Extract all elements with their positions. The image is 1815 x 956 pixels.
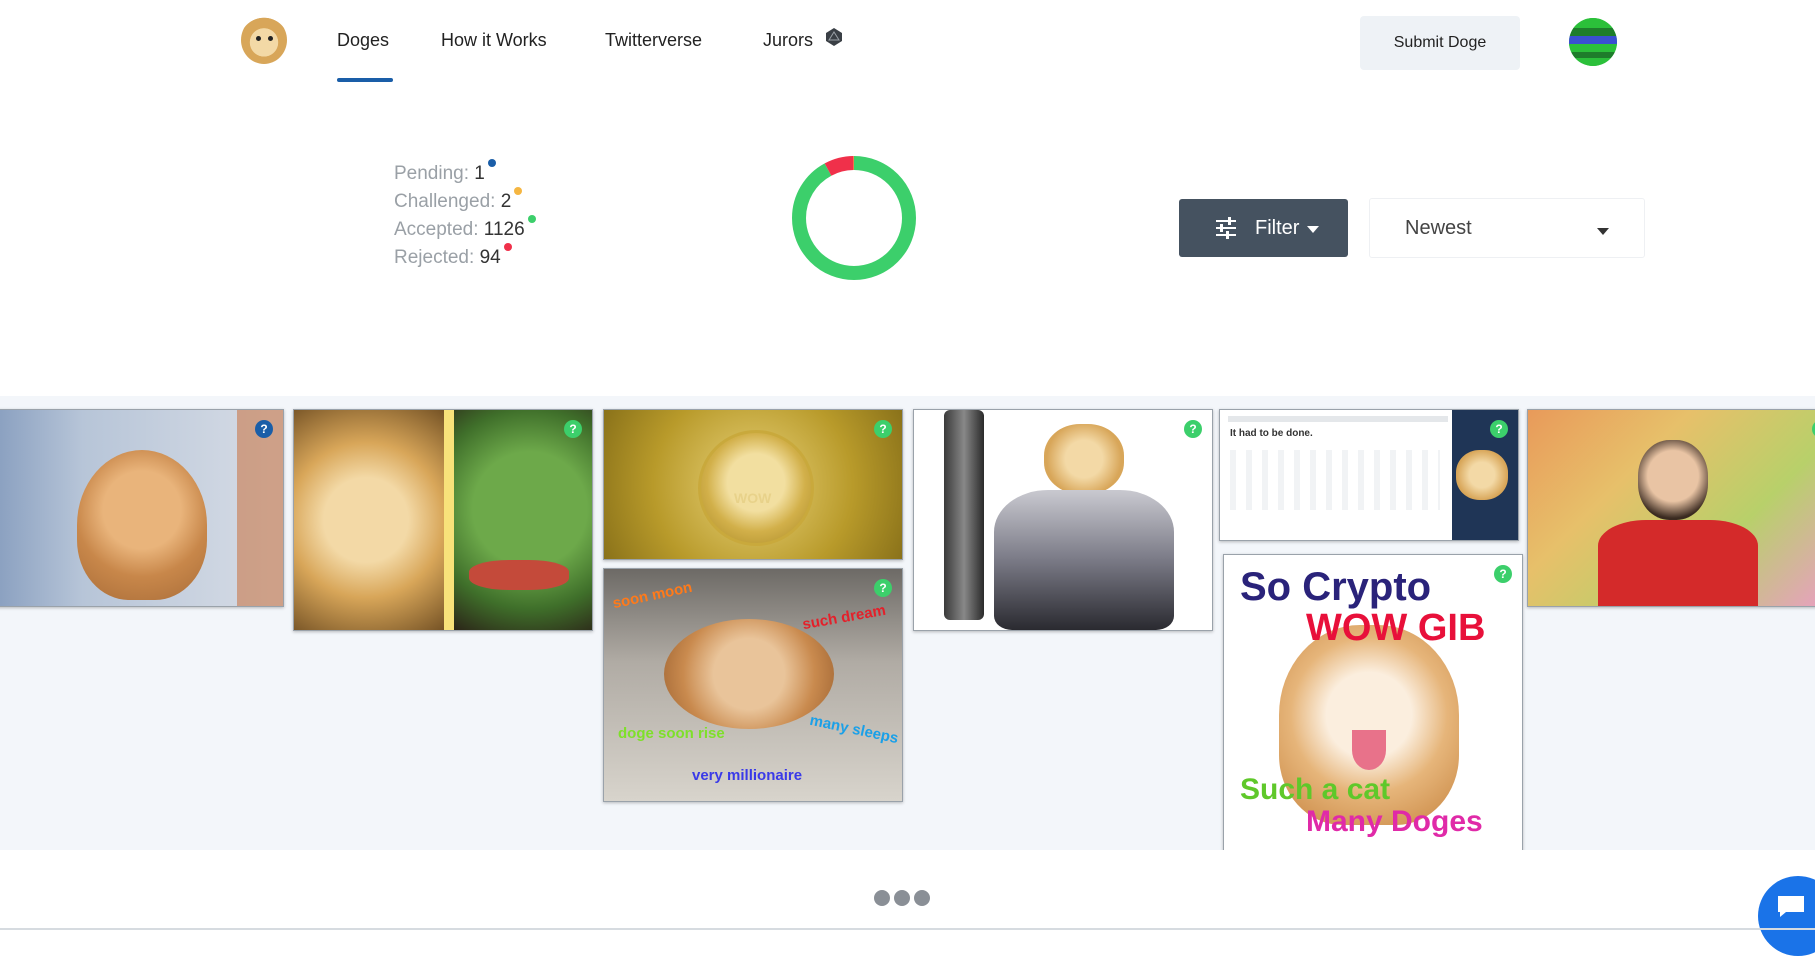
stat-accepted-value: 1126 [483, 219, 525, 240]
status-badge-accepted: ? [1490, 420, 1508, 438]
meme-text-5: very millionaire [692, 767, 803, 784]
submission-card[interactable]: ? [913, 409, 1213, 631]
stat-rejected-value: 94 [479, 247, 501, 268]
doge-thumbnail [1456, 450, 1508, 500]
meme-text-1: soon moon [611, 578, 694, 613]
stat-challenged: Challenged: 2 [394, 187, 536, 216]
coin-text: WOW [734, 490, 772, 506]
stat-challenged-value: 2 [500, 191, 512, 212]
sort-select[interactable]: Newest [1369, 198, 1645, 258]
status-badge-accepted: ? [874, 420, 892, 438]
stat-pending-label: Pending: [394, 163, 470, 184]
meme-text-2: such dream [801, 601, 888, 634]
stat-accepted-label: Accepted: [394, 219, 479, 240]
caret-down-icon [1307, 226, 1320, 233]
registry-stats: Pending: 1 Challenged: 2 Accepted: 1126 … [394, 159, 536, 272]
submission-card[interactable]: So Crypto WOW GIB Such a cat Many Doges … [1223, 554, 1523, 850]
submit-doge-button[interactable]: Submit Doge [1360, 16, 1520, 70]
submission-card[interactable]: WOW ? [603, 409, 903, 560]
pending-dot-icon [487, 159, 496, 167]
meme-text-4: many sleeps [808, 711, 900, 748]
status-badge-pending: ? [255, 420, 273, 438]
stat-accepted: Accepted: 1126 [394, 215, 536, 244]
page-divider [0, 928, 1815, 930]
top-navbar: Doges How it Works Twitterverse Jurors S… [0, 0, 1815, 90]
accepted-dot-icon [527, 215, 536, 223]
user-avatar[interactable] [1569, 18, 1617, 66]
loader-dot [874, 890, 890, 906]
caret-down-icon [1597, 228, 1609, 235]
person-image [1638, 440, 1708, 520]
submission-card[interactable]: ? [0, 409, 284, 607]
pepe-image [454, 410, 592, 630]
nav-item-how-it-works[interactable]: How it Works [441, 30, 547, 51]
sort-value: Newest [1405, 216, 1472, 239]
meme-text-3: doge soon rise [618, 725, 725, 742]
cat-image [77, 450, 207, 600]
status-donut-chart [792, 156, 916, 280]
nav-active-indicator [337, 78, 393, 82]
doge-image [294, 410, 454, 630]
d20-dice-icon [826, 28, 842, 46]
stat-pending-value: 1 [474, 163, 485, 184]
doge-head-image [1044, 424, 1124, 494]
status-badge-accepted: ? [564, 420, 582, 438]
meme-text-so-crypto: So Crypto [1240, 565, 1432, 609]
meme-text-wow-gib: WOW GIB [1306, 607, 1486, 649]
stat-rejected: Rejected: 94 [394, 243, 536, 272]
loader-dot [914, 890, 930, 906]
rejected-dot-icon [503, 243, 512, 251]
red-hoodie-image [1598, 520, 1758, 606]
filter-button[interactable]: Filter [1179, 199, 1348, 257]
stat-pending: Pending: 1 [394, 159, 536, 188]
submission-card[interactable]: soon moon such dream doge soon rise many… [603, 568, 903, 802]
submission-card[interactable]: ? [293, 409, 593, 631]
loader-dot [894, 890, 910, 906]
meme-text-such-a-cat: Such a cat [1240, 773, 1391, 806]
meme-text-many-doges: Many Doges [1306, 805, 1483, 838]
submission-card[interactable]: It had to be done. ? [1219, 409, 1519, 541]
nav-item-jurors[interactable]: Jurors [763, 30, 813, 51]
chat-bubble-icon [1778, 896, 1804, 917]
dogecoin-image [698, 430, 814, 546]
stat-rejected-label: Rejected: [394, 247, 475, 268]
loading-indicator [874, 890, 930, 906]
doge-logo[interactable] [241, 16, 287, 64]
status-badge-accepted: ? [1184, 420, 1202, 438]
tweet-text: It had to be done. [1230, 428, 1313, 439]
donut-segment-accepted [792, 156, 916, 280]
chat-widget-button[interactable] [1758, 876, 1815, 956]
sliders-icon [1216, 217, 1236, 239]
challenged-dot-icon [514, 187, 523, 195]
status-badge-accepted: ? [1494, 565, 1512, 583]
nav-item-twitterverse[interactable]: Twitterverse [605, 30, 702, 51]
sleeping-doge-image [664, 619, 834, 729]
nav-item-doges[interactable]: Doges [337, 30, 389, 51]
robot-arm-image [944, 410, 984, 620]
robocop-body-image [994, 490, 1174, 630]
status-badge-accepted: ? [874, 579, 892, 597]
stat-challenged-label: Challenged: [394, 191, 496, 212]
doge-gallery: ? ? WOW ? soon moon such dream doge soon… [0, 396, 1815, 850]
filter-label: Filter [1255, 216, 1300, 239]
submission-card[interactable]: ? [1527, 409, 1815, 607]
